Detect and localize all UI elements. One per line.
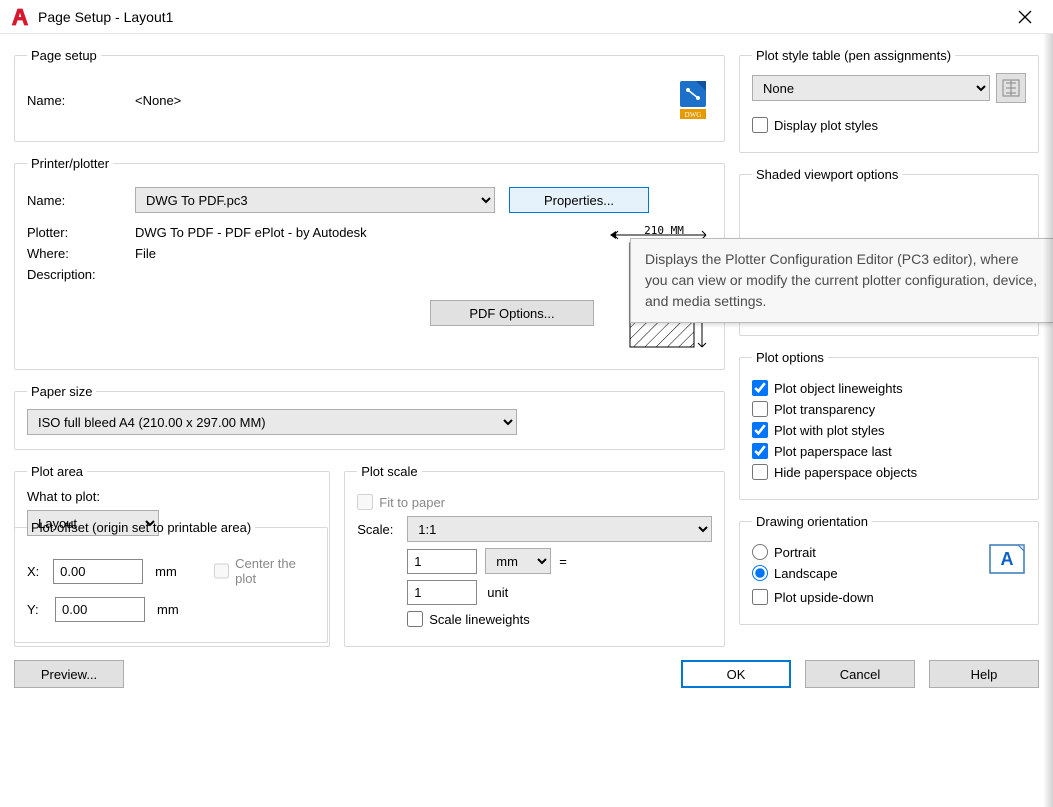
tooltip-text: Displays the Plotter Configuration Edito… [645, 251, 1037, 309]
scale-label: Scale: [357, 522, 407, 537]
plot-option-checkbox[interactable] [752, 401, 768, 417]
window-title: Page Setup - Layout1 [38, 9, 1005, 25]
equals-sign: = [559, 554, 567, 569]
orientation-icon: A [988, 539, 1026, 583]
scale-select[interactable]: 1:1 [407, 516, 712, 542]
center-plot-label: Center the plot [235, 556, 314, 586]
scale-unit-select[interactable]: mm [485, 548, 551, 574]
plot-style-select[interactable]: None [752, 75, 990, 101]
offset-unit-y: mm [157, 602, 179, 617]
scale-unit-label: unit [487, 585, 508, 600]
offset-unit-x: mm [155, 564, 177, 579]
plot-option-label: Plot with plot styles [774, 423, 885, 438]
plot-option-row: Plot transparency [752, 401, 1026, 417]
shaded-legend: Shaded viewport options [752, 167, 902, 182]
app-icon [10, 7, 30, 27]
plot-area-legend: Plot area [27, 464, 87, 479]
plot-option-checkbox[interactable] [752, 464, 768, 480]
titlebar: Page Setup - Layout1 [0, 0, 1053, 34]
display-plot-styles-checkbox[interactable] [752, 117, 768, 133]
where-value: File [135, 246, 594, 261]
display-plot-styles-label: Display plot styles [774, 118, 878, 133]
plot-option-checkbox[interactable] [752, 380, 768, 396]
scale-numerator-input[interactable] [407, 549, 477, 574]
offset-x-input[interactable] [53, 559, 143, 584]
plot-options-legend: Plot options [752, 350, 828, 365]
page-setup-group: Page setup Name: <None> DWG [14, 48, 725, 142]
plot-option-checkbox[interactable] [752, 422, 768, 438]
orientation-group: Drawing orientation Portrait Landscape P… [739, 514, 1039, 625]
paper-size-group: Paper size ISO full bleed A4 (210.00 x 2… [14, 384, 725, 450]
plot-offset-group: Plot offset (origin set to printable are… [14, 520, 328, 643]
plot-option-label: Plot transparency [774, 402, 875, 417]
scale-lineweights-label: Scale lineweights [429, 612, 529, 627]
pen-table-icon [1002, 79, 1020, 97]
plot-option-row: Plot with plot styles [752, 422, 1026, 438]
help-button[interactable]: Help [929, 660, 1039, 688]
paper-size-select[interactable]: ISO full bleed A4 (210.00 x 297.00 MM) [27, 409, 517, 435]
printer-name-select[interactable]: DWG To PDF.pc3 [135, 187, 495, 213]
page-setup-legend: Page setup [27, 48, 101, 63]
description-label: Description: [27, 267, 135, 282]
ok-button[interactable]: OK [681, 660, 791, 688]
fit-to-paper-label: Fit to paper [379, 495, 445, 510]
offset-x-label: X: [27, 564, 53, 579]
plot-scale-group: Plot scale Fit to paper Scale: 1:1 [344, 464, 725, 647]
properties-tooltip: Displays the Plotter Configuration Edito… [630, 238, 1053, 323]
properties-button[interactable]: Properties... [509, 187, 649, 213]
scale-lineweights-checkbox[interactable] [407, 611, 423, 627]
printer-plotter-group: Printer/plotter Name: DWG To PDF.pc3 Pro… [14, 156, 725, 370]
svg-text:DWG: DWG [685, 111, 702, 119]
plot-option-label: Plot object lineweights [774, 381, 903, 396]
offset-y-input[interactable] [55, 597, 145, 622]
cancel-button[interactable]: Cancel [805, 660, 915, 688]
close-button[interactable] [1005, 3, 1045, 31]
plotter-label: Plotter: [27, 225, 135, 240]
plot-style-legend: Plot style table (pen assignments) [752, 48, 955, 63]
close-icon [1018, 10, 1032, 24]
page-setup-name-value: <None> [135, 93, 674, 108]
offset-y-label: Y: [27, 602, 55, 617]
page-setup-name-label: Name: [27, 93, 135, 108]
printer-name-label: Name: [27, 193, 135, 208]
what-to-plot-label: What to plot: [27, 489, 317, 504]
landscape-radio[interactable] [752, 565, 768, 581]
plot-option-label: Plot paperspace last [774, 444, 892, 459]
pdf-options-button[interactable]: PDF Options... [430, 300, 594, 326]
plot-style-edit-button[interactable] [996, 73, 1026, 103]
svg-text:A: A [1001, 549, 1014, 569]
scale-denominator-input[interactable] [407, 580, 477, 605]
printer-legend: Printer/plotter [27, 156, 113, 171]
preview-button[interactable]: Preview... [14, 660, 124, 688]
paper-width-text: 210 MM [644, 225, 684, 237]
fit-to-paper-checkbox [357, 494, 373, 510]
paper-size-legend: Paper size [27, 384, 96, 399]
portrait-radio[interactable] [752, 544, 768, 560]
plot-option-row: Plot object lineweights [752, 380, 1026, 396]
plot-style-group: Plot style table (pen assignments) None … [739, 48, 1039, 153]
plot-option-row: Hide paperspace objects [752, 464, 1026, 480]
portrait-label: Portrait [774, 545, 816, 560]
dwg-icon: DWG [674, 79, 712, 121]
upside-down-label: Plot upside-down [774, 590, 874, 605]
where-label: Where: [27, 246, 135, 261]
plotter-value: DWG To PDF - PDF ePlot - by Autodesk [135, 225, 594, 240]
plot-options-group: Plot options Plot object lineweights Plot… [739, 350, 1039, 500]
orientation-legend: Drawing orientation [752, 514, 872, 529]
upside-down-checkbox[interactable] [752, 589, 768, 605]
plot-option-row: Plot paperspace last [752, 443, 1026, 459]
plot-option-checkbox[interactable] [752, 443, 768, 459]
landscape-label: Landscape [774, 566, 838, 581]
plot-scale-legend: Plot scale [357, 464, 421, 479]
center-plot-checkbox [214, 563, 229, 579]
plot-offset-legend: Plot offset (origin set to printable are… [27, 520, 255, 535]
plot-option-label: Hide paperspace objects [774, 465, 917, 480]
